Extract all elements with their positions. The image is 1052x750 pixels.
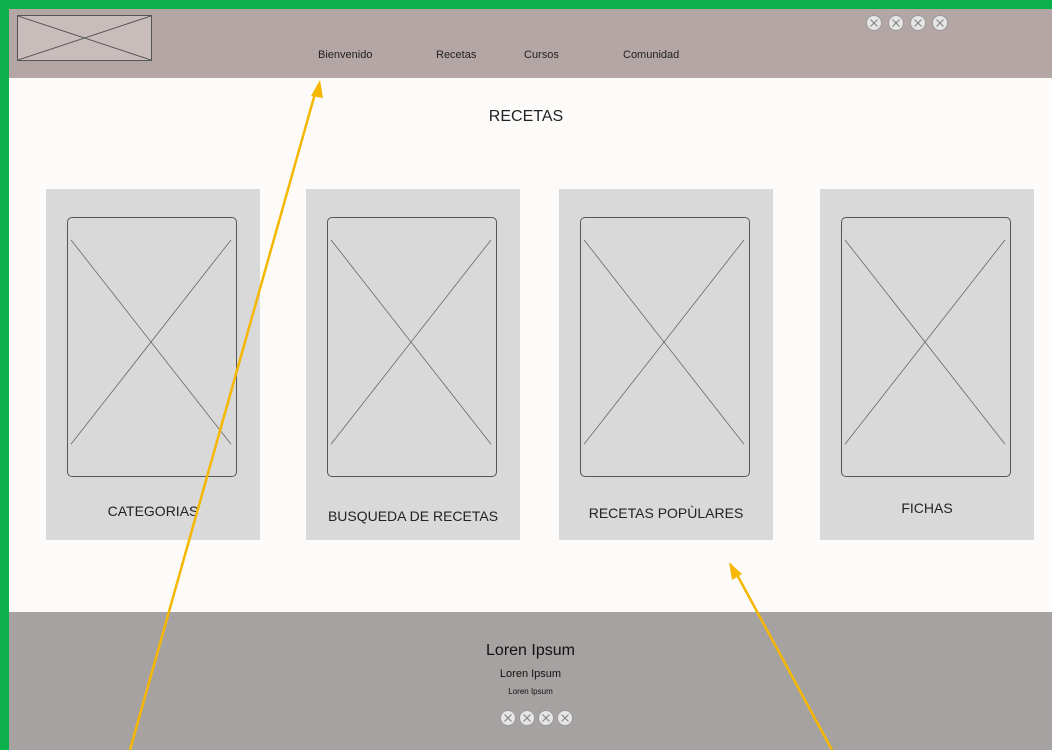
image-placeholder-icon	[580, 217, 750, 477]
nav-item-bienvenido[interactable]: Bienvenido	[318, 49, 372, 61]
header: Bienvenido Recetas Cursos Comunidad	[9, 9, 1052, 78]
image-placeholder-icon	[327, 217, 497, 477]
card-label: BUSQUEDA DE RECETAS	[327, 508, 499, 524]
social-circle-x-icon[interactable]	[932, 15, 948, 31]
page-frame: Bienvenido Recetas Cursos Comunidad RECE…	[9, 9, 1052, 750]
social-circle-x-icon[interactable]	[888, 15, 904, 31]
card-categorias[interactable]: CATEGORIAS	[46, 189, 260, 540]
social-circle-x-icon[interactable]	[866, 15, 882, 31]
footer-social-circle-x-icon[interactable]	[500, 710, 516, 726]
card-label: CATEGORIAS	[107, 503, 199, 519]
card-label: FICHAS	[901, 500, 953, 516]
card-label: RECETAS POPÙLARES	[588, 505, 744, 521]
footer-social-circle-x-icon[interactable]	[538, 710, 554, 726]
nav-item-recetas[interactable]: Recetas	[436, 49, 476, 61]
logo-placeholder-icon[interactable]	[17, 15, 152, 61]
card-fichas[interactable]: FICHAS	[820, 189, 1034, 540]
image-placeholder-icon	[67, 217, 237, 477]
footer-subtitle: Loren Ipsum	[499, 668, 562, 680]
image-placeholder-icon	[841, 217, 1011, 477]
footer-small-text: Loren Ipsum	[508, 687, 553, 696]
card-busqueda-de-recetas[interactable]: BUSQUEDA DE RECETAS	[306, 189, 520, 540]
nav-item-cursos[interactable]: Cursos	[524, 49, 559, 61]
footer-social-circle-x-icon[interactable]	[557, 710, 573, 726]
nav-item-comunidad[interactable]: Comunidad	[623, 49, 679, 61]
footer-title: Loren Ipsum	[486, 642, 575, 659]
footer: Loren Ipsum Loren Ipsum Loren Ipsum	[9, 612, 1052, 750]
footer-social-circle-x-icon[interactable]	[519, 710, 535, 726]
social-circle-x-icon[interactable]	[910, 15, 926, 31]
page-title: RECETAS	[488, 108, 564, 125]
card-recetas-populares[interactable]: RECETAS POPÙLARES	[559, 189, 773, 540]
